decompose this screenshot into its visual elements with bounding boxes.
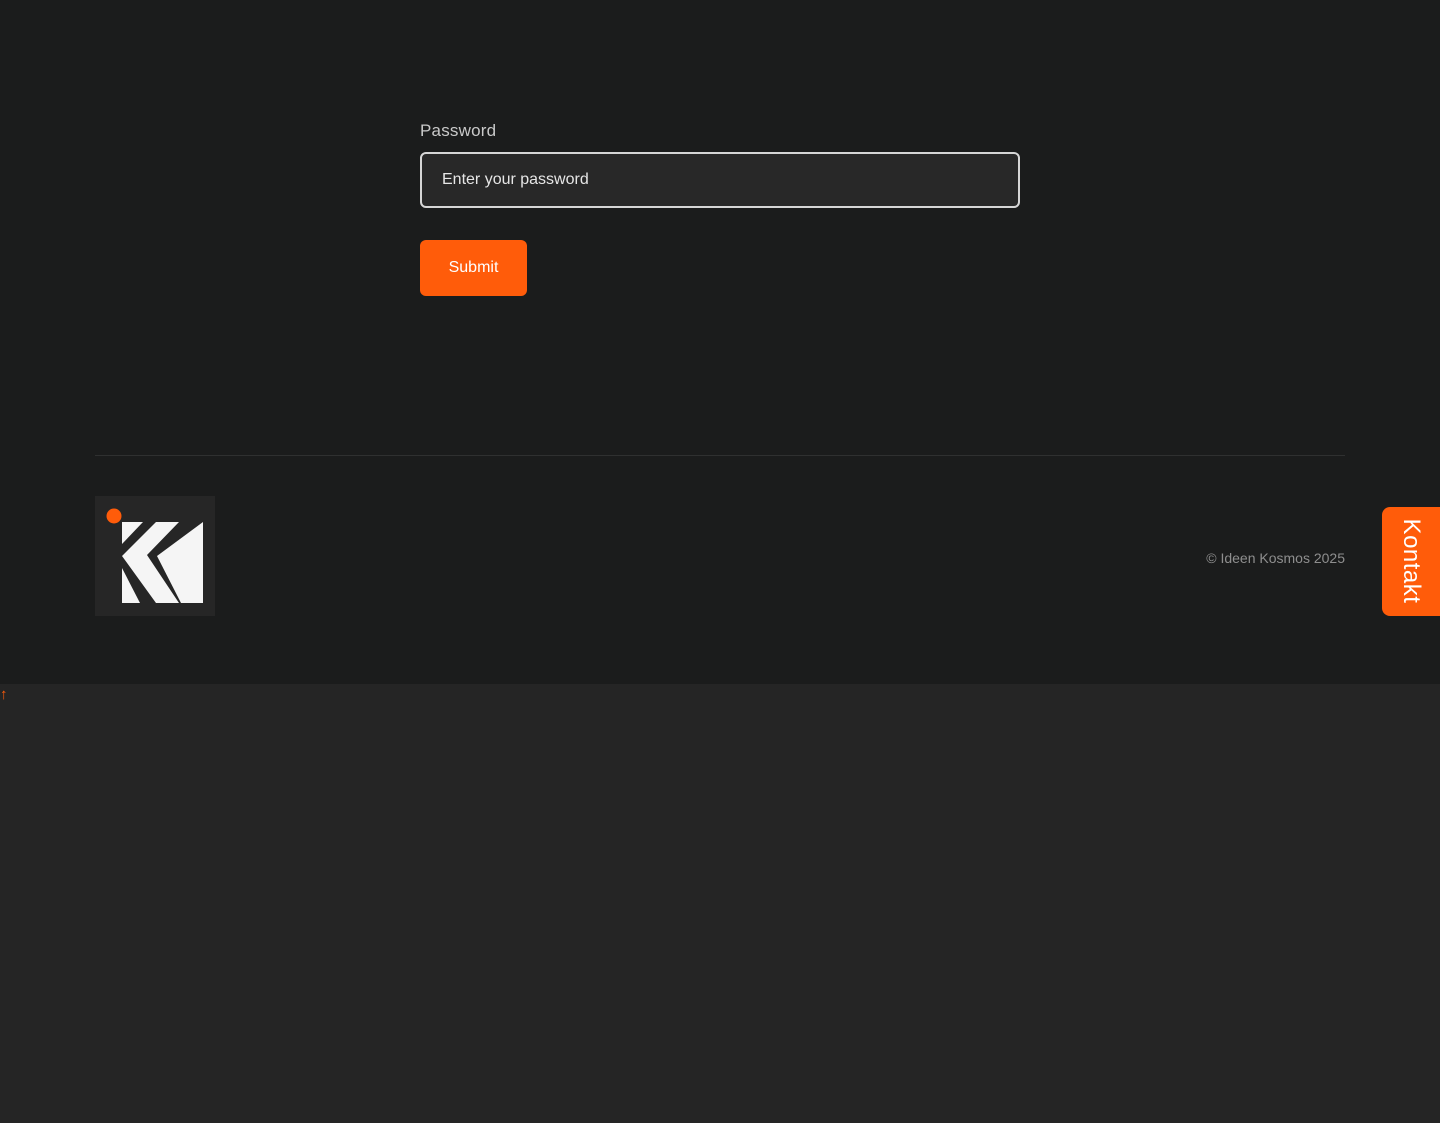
submit-button[interactable]: Submit [420,240,527,296]
password-input[interactable] [420,152,1020,208]
kontakt-tab[interactable]: Kontakt [1382,507,1440,616]
password-label: Password [420,121,497,140]
brand-logo[interactable] [95,496,215,616]
scroll-to-top-arrow-up-icon[interactable]: ↑ [0,686,8,704]
footer-divider [95,455,1345,456]
copyright-text: © Ideen Kosmos 2025 [1206,550,1345,566]
main-area: Password Submit © Ideen Kosmos 2025 [0,0,1440,684]
kontakt-label: Kontakt [1398,518,1425,604]
password-form: Password Submit [420,120,1020,296]
logo-dot [106,508,122,524]
k-chevron-logo-icon [106,508,203,603]
